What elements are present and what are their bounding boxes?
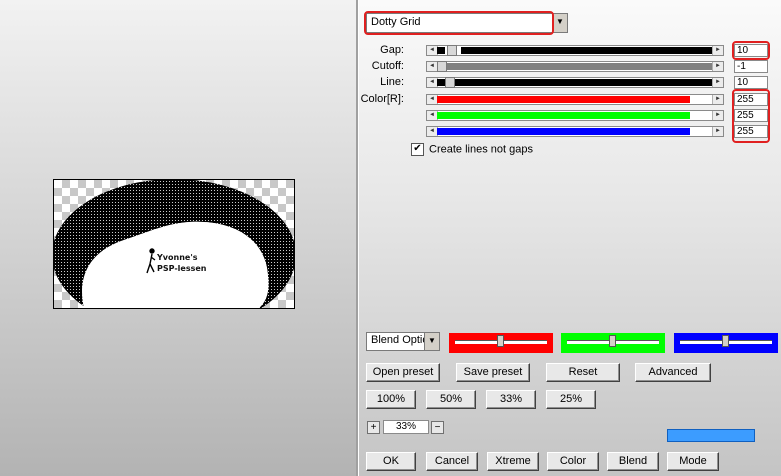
color-r-fill <box>437 96 690 103</box>
open-preset-button[interactable]: Open preset <box>366 363 440 382</box>
ok-button[interactable]: OK <box>366 452 416 471</box>
mode-button[interactable]: Mode <box>667 452 719 471</box>
advanced-button[interactable]: Advanced <box>635 363 711 382</box>
line-value[interactable]: 10 <box>734 76 768 89</box>
color-button[interactable]: Color <box>547 452 599 471</box>
arrow-right-icon[interactable]: ► <box>712 78 723 87</box>
zoom-25-button[interactable]: 25% <box>546 390 596 409</box>
color-r-slider[interactable]: ◄ ► <box>426 94 724 105</box>
preview-artwork <box>54 180 294 308</box>
color-g-slider[interactable]: ◄ ► <box>426 110 724 121</box>
cutoff-slider[interactable]: ◄ ► <box>426 61 724 72</box>
line-fill-left <box>437 79 445 86</box>
gap-highlight <box>732 41 770 60</box>
cutoff-fill <box>447 63 712 70</box>
line-label: Line: <box>380 76 404 88</box>
blend-select[interactable]: Blend Optio ▼ <box>366 332 440 351</box>
watermark-line2: PSP-lessen <box>157 264 207 273</box>
cutoff-label: Cutoff: <box>371 60 404 72</box>
blend-select-value: Blend Optio <box>371 334 429 346</box>
chevron-down-icon[interactable]: ▼ <box>424 333 439 350</box>
blue-blend-knob[interactable] <box>722 335 729 347</box>
save-preset-button[interactable]: Save preset <box>456 363 530 382</box>
color-b-slider[interactable]: ◄ ► <box>426 126 724 137</box>
blend-button[interactable]: Blend <box>607 452 659 471</box>
zoom-in-button[interactable]: + <box>367 421 380 434</box>
zoom-value[interactable]: 33% <box>383 420 429 434</box>
checkmark-icon[interactable]: ✔ <box>411 143 424 156</box>
gap-slider[interactable]: ◄ ► <box>426 45 724 56</box>
green-blend-knob[interactable] <box>609 335 616 347</box>
zoom-50-button[interactable]: 50% <box>426 390 476 409</box>
arrow-right-icon[interactable]: ► <box>712 95 723 104</box>
gap-fill-left <box>437 47 445 54</box>
color-values-highlight <box>732 89 770 143</box>
cutoff-thumb[interactable] <box>437 61 447 72</box>
progress-bar <box>667 429 755 442</box>
color-b-fill <box>437 128 690 135</box>
line-thumb[interactable] <box>445 77 455 88</box>
chevron-down-icon[interactable]: ▼ <box>552 14 567 32</box>
red-blend-knob[interactable] <box>497 335 504 347</box>
color-r-label: Color[R]: <box>360 93 404 105</box>
filter-highlight <box>364 11 554 35</box>
xtreme-button[interactable]: Xtreme <box>487 452 539 471</box>
arrow-right-icon[interactable]: ► <box>712 46 723 55</box>
create-lines-label: Create lines not gaps <box>429 143 533 156</box>
zoom-100-button[interactable]: 100% <box>366 390 416 409</box>
gap-label: Gap: <box>380 44 404 56</box>
preview-pane: Yvonne's PSP-lessen <box>0 0 356 476</box>
arrow-right-icon[interactable]: ► <box>712 62 723 71</box>
arrow-right-icon[interactable]: ► <box>712 111 723 120</box>
zoom-out-button[interactable]: − <box>431 421 444 434</box>
reset-button[interactable]: Reset <box>546 363 620 382</box>
line-slider[interactable]: ◄ ► <box>426 77 724 88</box>
red-blend-control[interactable] <box>449 333 553 353</box>
arrow-right-icon[interactable]: ► <box>712 127 723 136</box>
gap-thumb[interactable] <box>447 45 457 56</box>
zoom-33-button[interactable]: 33% <box>486 390 536 409</box>
create-lines-row[interactable]: ✔ Create lines not gaps <box>411 143 533 156</box>
cutoff-value[interactable]: -1 <box>734 60 768 73</box>
preview-image: Yvonne's PSP-lessen <box>53 179 295 309</box>
blue-blend-control[interactable] <box>674 333 778 353</box>
cancel-button[interactable]: Cancel <box>426 452 478 471</box>
color-g-fill <box>437 112 690 119</box>
gap-fill-right <box>461 47 712 54</box>
line-fill-right <box>455 79 712 86</box>
green-blend-control[interactable] <box>561 333 665 353</box>
watermark-line1: Yvonne's <box>157 253 198 262</box>
